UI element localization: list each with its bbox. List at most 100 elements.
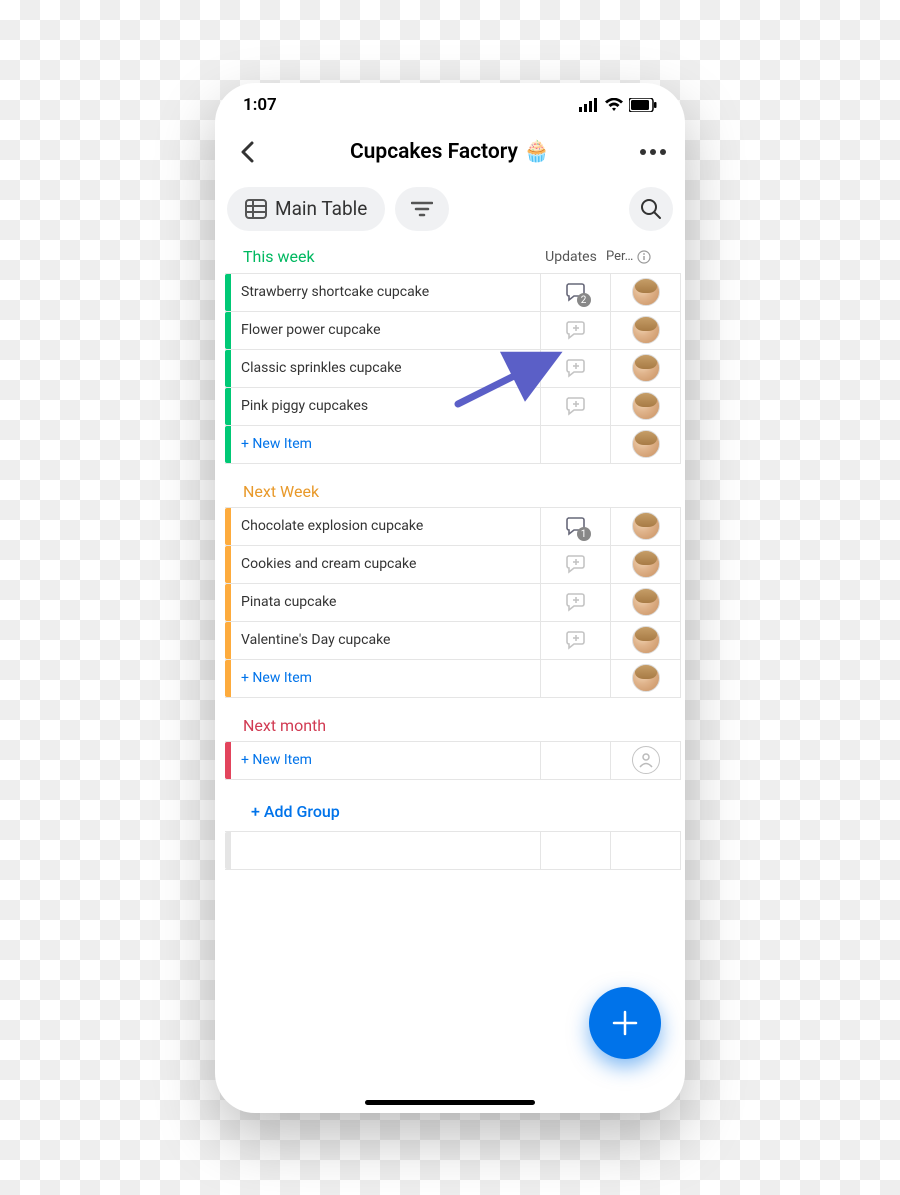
dots-horizontal-icon [640,149,666,155]
new-item-button[interactable]: + New Item [231,426,541,463]
item-name-cell[interactable]: Valentine's Day cupcake [231,622,541,659]
new-item-row[interactable]: + New Item [225,742,681,780]
home-indicator [365,1100,535,1105]
updates-cell[interactable] [541,546,611,583]
status-indicators [579,98,657,112]
avatar [632,316,660,344]
person-cell[interactable] [611,312,681,349]
group-title[interactable]: This week [243,247,536,266]
avatar [632,392,660,420]
item-name-cell[interactable]: Classic sprinkles cupcake [231,350,541,387]
app-header: Cupcakes Factory 🧁 [215,127,685,177]
column-header-row: This week Updates Per… [225,245,681,273]
plus-icon [610,1008,640,1038]
wifi-icon [605,98,623,112]
table-row[interactable]: Cookies and cream cupcake [225,546,681,584]
item-name-cell[interactable]: Chocolate explosion cupcake [231,508,541,545]
column-header-person[interactable]: Per… [606,249,671,264]
new-item-row[interactable]: + New Item [225,660,681,698]
updates-cell [541,742,611,779]
person-cell[interactable] [611,274,681,311]
board-scroll-area[interactable]: This week Updates Per… Strawberry shortc… [215,245,685,1113]
table-row[interactable]: Classic sprinkles cupcake [225,350,681,388]
group-title[interactable]: Next month [225,710,681,741]
battery-icon [629,98,657,112]
item-name-cell[interactable]: Cookies and cream cupcake [231,546,541,583]
avatar [632,550,660,578]
person-cell[interactable] [611,426,681,463]
table-row[interactable]: Pink piggy cupcakes [225,388,681,426]
person-cell[interactable] [611,742,681,779]
table-row[interactable]: Flower power cupcake [225,312,681,350]
updates-cell[interactable]: 1 [541,508,611,545]
filter-button[interactable] [395,187,449,231]
person-cell[interactable] [611,350,681,387]
page-title: Cupcakes Factory 🧁 [350,140,550,164]
view-toolbar: Main Table [215,177,685,245]
new-item-button[interactable]: + New Item [231,742,541,779]
person-cell[interactable] [611,546,681,583]
item-name-cell[interactable]: Pink piggy cupcakes [231,388,541,425]
avatar [632,278,660,306]
table-row [225,832,681,870]
column-header-updates[interactable]: Updates [536,249,606,265]
updates-cell[interactable] [541,312,611,349]
view-selector[interactable]: Main Table [227,187,385,231]
group-rows: + New Item [225,741,681,780]
person-cell[interactable] [611,622,681,659]
item-name-cell[interactable]: Strawberry shortcake cupcake [231,274,541,311]
table-row[interactable]: Pinata cupcake [225,584,681,622]
person-cell[interactable] [611,584,681,621]
group: Next Week Chocolate explosion cupcake 1 … [225,476,681,698]
person-cell[interactable] [611,660,681,697]
group-rows: Chocolate explosion cupcake 1 Cookies an… [225,507,681,698]
new-item-button[interactable]: + New Item [231,660,541,697]
avatar [632,354,660,382]
filter-icon [411,201,433,217]
status-time: 1:07 [243,95,277,115]
back-button[interactable] [227,132,267,172]
person-cell[interactable] [611,388,681,425]
chevron-left-icon [240,141,254,163]
search-button[interactable] [629,187,673,231]
signal-icon [579,98,599,112]
empty-cell [611,832,681,869]
updates-cell[interactable]: 2 [541,274,611,311]
info-icon [637,250,651,264]
phone-frame: 1:07 Cupcakes Factory 🧁 Main Table [215,83,685,1113]
status-bar: 1:07 [215,83,685,127]
chat-bubble-icon [565,319,587,341]
add-group-button[interactable]: + Add Group [225,792,681,831]
chat-bubble-icon [565,357,587,379]
item-name-cell[interactable]: Flower power cupcake [231,312,541,349]
cupcake-emoji-icon: 🧁 [524,140,550,164]
group-rows: Strawberry shortcake cupcake 2 Flower po… [225,273,681,464]
updates-cell [541,660,611,697]
updates-cell[interactable] [541,622,611,659]
empty-cell [231,832,541,869]
avatar [632,664,660,692]
avatar [632,512,660,540]
chat-bubble-icon [565,395,587,417]
chat-bubble-icon [565,629,587,651]
chat-bubble-icon: 2 [565,281,587,303]
updates-cell[interactable] [541,388,611,425]
person-cell[interactable] [611,508,681,545]
table-row[interactable]: Chocolate explosion cupcake 1 [225,508,681,546]
table-row[interactable]: Valentine's Day cupcake [225,622,681,660]
add-item-fab[interactable] [589,987,661,1059]
chat-bubble-icon: 1 [565,515,587,537]
group: This week Updates Per… Strawberry shortc… [225,245,681,464]
search-icon [640,198,662,220]
table-icon [245,199,267,219]
item-name-cell[interactable]: Pinata cupcake [231,584,541,621]
updates-cell[interactable] [541,584,611,621]
chat-bubble-icon [565,553,587,575]
new-item-row[interactable]: + New Item [225,426,681,464]
group-title[interactable]: Next Week [225,476,681,507]
table-row[interactable]: Strawberry shortcake cupcake 2 [225,274,681,312]
more-menu-button[interactable] [633,132,673,172]
group: Next month + New Item [225,710,681,780]
updates-cell [541,426,611,463]
updates-cell[interactable] [541,350,611,387]
